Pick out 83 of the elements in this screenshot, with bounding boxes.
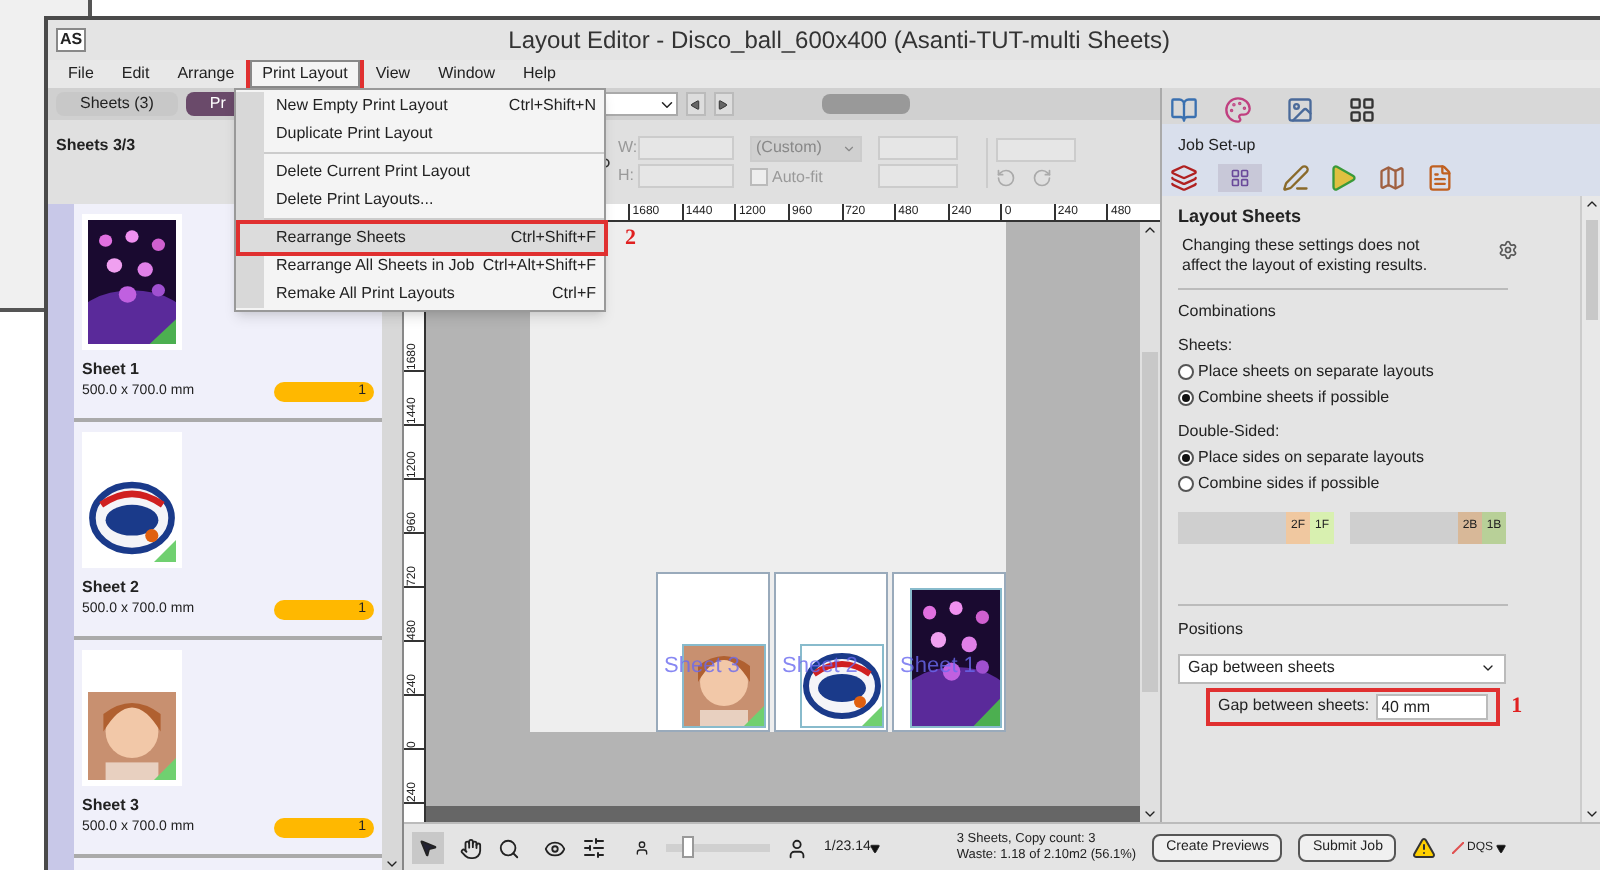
text-field[interactable]: [878, 136, 958, 160]
radio-option[interactable]: Combine sides if possible: [1178, 471, 1380, 495]
list-heading: Sheets 3/3: [56, 136, 136, 154]
scroll-down-icon[interactable]: [1583, 806, 1599, 822]
prev-button[interactable]: [685, 92, 706, 116]
radio-option[interactable]: Place sides on separate layouts: [1178, 445, 1424, 469]
chevron-icon: [842, 141, 856, 155]
warning-icon[interactable]: [1412, 836, 1437, 860]
panel-title: Layout Sheets: [1178, 204, 1304, 230]
dropdown-arrow-icon: [870, 843, 881, 853]
radio-button[interactable]: [1178, 389, 1194, 405]
small-person-icon[interactable]: [634, 840, 650, 856]
left-arrow-icon: [690, 99, 701, 109]
menu-item[interactable]: File: [56, 60, 106, 88]
book-icon[interactable]: [1170, 96, 1198, 124]
slash-icon: [1452, 842, 1465, 854]
pointer-tool[interactable]: [412, 832, 444, 864]
right-arrow-icon: [718, 99, 729, 109]
select-field[interactable]: [996, 137, 1076, 161]
hand-icon[interactable]: [460, 837, 482, 859]
scroll-up-icon[interactable]: [1142, 222, 1158, 238]
group-label: Sheets:: [1178, 333, 1235, 357]
menu-item[interactable]: View: [363, 60, 423, 88]
sheet-name: Sheet 1: [82, 358, 141, 382]
section-heading: Combinations: [1178, 299, 1278, 323]
section-label: Job Set-up: [1176, 134, 1258, 158]
scroll-down-icon[interactable]: [384, 856, 400, 870]
group-label: Double-Sided:: [1178, 419, 1282, 443]
image-icon[interactable]: [1286, 96, 1314, 124]
layers-icon[interactable]: [1170, 164, 1198, 192]
radio-button[interactable]: [1178, 475, 1194, 491]
radio-option[interactable]: Combine sheets if possible: [1178, 385, 1390, 409]
sheet-name: Sheet 2: [82, 576, 141, 600]
menu-item[interactable]: Window: [426, 60, 508, 88]
height-label: H:: [618, 164, 634, 188]
map-icon[interactable]: [1378, 164, 1406, 192]
position-select[interactable]: Gap between sheets: [1178, 653, 1506, 683]
radio-button[interactable]: [1178, 449, 1194, 465]
next-button[interactable]: [713, 92, 734, 116]
slider-thumb[interactable]: [681, 836, 694, 858]
chevron-icon: [1480, 660, 1496, 676]
menu-item[interactable]: Edit: [109, 60, 162, 88]
width-field[interactable]: [638, 136, 734, 160]
menu-entry[interactable]: Delete Current Print Layout: [264, 158, 604, 186]
step-number: 2: [625, 223, 636, 254]
palette-icon[interactable]: [1224, 96, 1252, 124]
scrollbar[interactable]: [1580, 196, 1600, 822]
app-logo: AS: [56, 28, 87, 52]
menu-item[interactable]: Arrange: [165, 60, 247, 88]
dropdown-arrow-icon: [1495, 843, 1505, 853]
document-icon[interactable]: [1426, 164, 1454, 192]
eye-icon[interactable]: [544, 837, 566, 859]
radio-option[interactable]: Place sheets on separate layouts: [1178, 359, 1434, 383]
scroll-down-icon[interactable]: [1142, 806, 1158, 822]
description: Changing these settings does not affect the layout of existing results.: [1180, 235, 1430, 275]
sheets-tab-icon[interactable]: [1218, 164, 1262, 192]
settings-icon[interactable]: [1498, 239, 1518, 259]
auto-fit-label: Auto-fit: [772, 165, 823, 189]
radio-button[interactable]: [1178, 363, 1194, 379]
section-heading: Positions: [1178, 617, 1245, 641]
sheet-name: Sheet 3: [82, 794, 141, 818]
panel-tab[interactable]: Sheets (3): [56, 92, 178, 116]
text-field[interactable]: [878, 164, 958, 188]
color-triangle-icon[interactable]: [1330, 164, 1358, 192]
step-number: 1: [1511, 691, 1523, 722]
auto-fit-checkbox[interactable]: [750, 168, 768, 186]
menu-entry[interactable]: New Empty Print Layout Ctrl+Shift+N: [264, 92, 604, 120]
gap-input[interactable]: 40 mm: [1375, 693, 1488, 719]
scroll-up-icon[interactable]: [1583, 196, 1599, 212]
large-person-icon[interactable]: [786, 837, 808, 859]
menu-item[interactable]: Help: [511, 60, 568, 88]
search-icon[interactable]: [498, 837, 520, 859]
scrollbar[interactable]: [1140, 222, 1160, 822]
window-title: Layout Editor - Disco_ball_600x400 (Asanti-TUT-multi Sheets): [506, 24, 1172, 58]
sliders-icon[interactable]: [582, 836, 606, 860]
width-label: W:: [618, 136, 634, 160]
menu-entry[interactable]: Duplicate Print Layout: [264, 120, 604, 148]
menu-item[interactable]: Print Layout: [250, 60, 360, 88]
field-label: Gap between sheets:: [1218, 694, 1370, 718]
pointer-icon: [418, 838, 438, 858]
pen-icon[interactable]: [1282, 164, 1310, 192]
layout-icon[interactable]: [1348, 96, 1376, 124]
height-field[interactable]: [638, 164, 734, 188]
